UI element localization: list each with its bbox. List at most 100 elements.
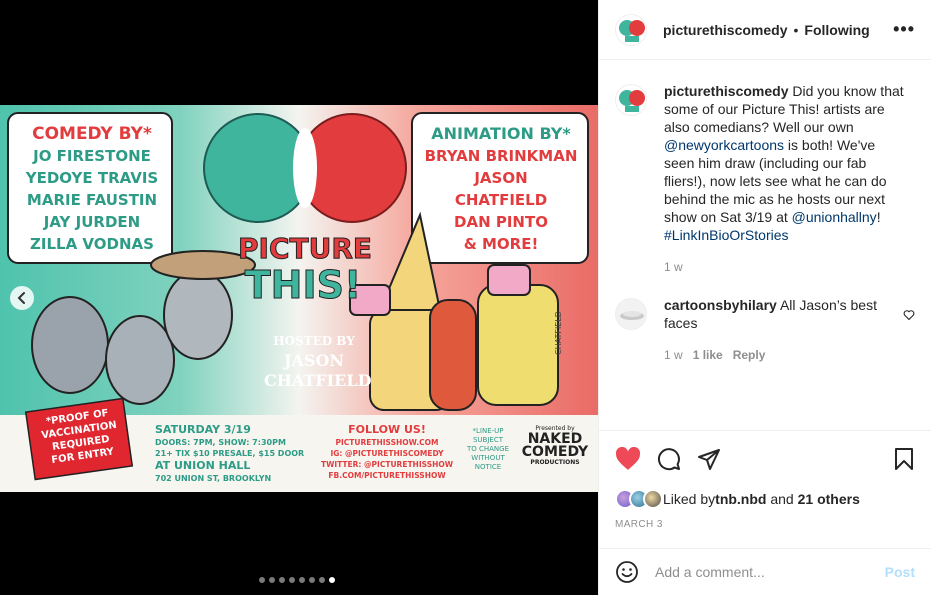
sponsor-line: PRODUCTIONS	[530, 459, 580, 466]
sponsor-line: COMEDY	[521, 444, 589, 460]
instagram-handle: IG: @PICTURETHISCOMEDY	[330, 449, 444, 458]
event-doors: DOORS: 7PM, SHOW: 7:30PM	[155, 438, 286, 447]
animator-name: CHATFIELD	[454, 191, 548, 209]
share-icon	[698, 449, 720, 470]
event-details: SATURDAY 3/19 DOORS: 7PM, SHOW: 7:30PM 2…	[155, 423, 315, 484]
social-links: FOLLOW US! PICTURETHISSHOW.COM IG: @PICT…	[312, 423, 462, 481]
host-name: JASON	[283, 351, 345, 370]
avatar[interactable]	[615, 13, 647, 46]
comment-button[interactable]	[657, 447, 681, 471]
carousel-prev-button[interactable]	[10, 286, 34, 310]
liked-by-user[interactable]: tnb.nbd	[715, 491, 766, 507]
caption-row: picturethiscomedy Did you know that some…	[615, 82, 915, 276]
caption-text: !	[876, 209, 881, 225]
post-actions: Liked by tnb.nbd and 21 others MARCH 3	[599, 430, 931, 530]
post-sidebar: picturethiscomedy • Following ••• pictur…	[598, 0, 931, 595]
following-button[interactable]: Following	[804, 22, 869, 38]
comedian-name: ZILLA VODNAS	[30, 235, 154, 253]
hashtag-link[interactable]: #LinkInBioOrStories	[664, 227, 789, 243]
hosted-by-label: HOSTED BY	[273, 334, 355, 348]
carousel-dot	[299, 577, 305, 583]
note-line: WITHOUT	[471, 454, 505, 462]
profile-logo-icon	[619, 19, 645, 42]
avatar[interactable]	[615, 298, 647, 330]
follow-us: FOLLOW US!	[348, 423, 426, 436]
facebook-link: FB.COM/PICTURETHISSHOW	[328, 471, 446, 480]
carousel-dot	[269, 577, 275, 583]
header-separator: •	[793, 21, 799, 38]
more-options-button[interactable]: •••	[893, 19, 915, 40]
mention-link[interactable]: @newyorkcartoons	[664, 137, 784, 153]
post-media[interactable]: COMEDY BY* JO FIRESTONE YEDOYE TRAVIS MA…	[0, 0, 598, 595]
note-line: *LINE-UP	[472, 427, 504, 435]
emoji-button[interactable]	[615, 560, 639, 584]
animator-name: BRYAN BRINKMAN	[424, 147, 578, 165]
post-comment-button[interactable]: Post	[885, 564, 915, 580]
comment-username[interactable]: cartoonsbyhilary	[664, 297, 777, 313]
caption: picturethiscomedy Did you know that some…	[664, 82, 909, 276]
event-date: SATURDAY 3/19	[155, 423, 251, 436]
website: PICTURETHISSHOW.COM	[335, 438, 439, 447]
commenter-avatar-icon	[620, 311, 644, 320]
more-icon: •••	[893, 19, 915, 39]
avatar	[643, 489, 663, 509]
mention-link[interactable]: @unionhallny	[792, 209, 877, 225]
event-tickets: 21+ TIX $10 PRESALE, $15 DOOR	[155, 449, 305, 458]
heart-icon	[615, 447, 641, 470]
post-date[interactable]: MARCH 3	[615, 519, 915, 530]
save-button[interactable]	[893, 447, 915, 471]
poster-title-line1: PICTURE	[238, 232, 373, 266]
note-line: SUBJECT	[472, 436, 504, 444]
comments-section[interactable]: picturethiscomedy Did you know that some…	[599, 60, 931, 430]
comment: cartoonsbyhilary All Jason’s best faces …	[664, 296, 909, 364]
carousel-dot	[279, 577, 285, 583]
carousel-dot	[259, 577, 265, 583]
animation-heading: ANIMATION BY*	[431, 124, 571, 143]
animation-lineup: ANIMATION BY* BRYAN BRINKMAN JASON CHATF…	[418, 123, 584, 255]
carousel-dot	[319, 577, 325, 583]
comment-row: cartoonsbyhilary All Jason’s best faces …	[615, 296, 915, 364]
carousel-indicator	[259, 577, 335, 583]
post-header: picturethiscomedy • Following •••	[599, 0, 931, 60]
comment-icon	[658, 448, 680, 471]
likes-summary: Liked by tnb.nbd and 21 others	[615, 489, 915, 509]
heart-outline-icon	[903, 310, 915, 321]
comedy-heading: COMEDY BY*	[32, 124, 152, 144]
caption-username[interactable]: picturethiscomedy	[664, 83, 788, 99]
twitter-handle: TWITTER: @PICTURETHISSHOW	[320, 460, 454, 469]
comedy-lineup: COMEDY BY* JO FIRESTONE YEDOYE TRAVIS MA…	[14, 123, 170, 255]
avatar[interactable]	[615, 84, 647, 116]
animator-name: & MORE!	[463, 235, 539, 253]
poster-title: PICTURE THIS!	[238, 231, 373, 305]
author-username[interactable]: picturethiscomedy	[663, 22, 787, 38]
poster-image[interactable]: COMEDY BY* JO FIRESTONE YEDOYE TRAVIS MA…	[0, 105, 598, 492]
caption-meta: 1 w	[664, 258, 909, 276]
carousel-dot	[309, 577, 315, 583]
host-credit: HOSTED BY JASON CHATFIELD	[264, 331, 372, 391]
comedian-name: MARIE FAUSTIN	[26, 191, 158, 209]
host-name: CHATFIELD	[264, 371, 372, 390]
liked-by-others[interactable]: 21 others	[798, 491, 860, 507]
liker-avatars[interactable]	[615, 489, 663, 509]
lineup-note: *LINE-UP SUBJECT TO CHANGE WITHOUT NOTIC…	[462, 427, 514, 472]
like-comment-button[interactable]	[903, 308, 915, 326]
caption-timestamp[interactable]: 1 w	[664, 258, 683, 276]
comedian-name: YEDOYE TRAVIS	[25, 169, 159, 187]
comment-likes[interactable]: 1 like	[693, 346, 723, 364]
comment-input[interactable]	[655, 564, 885, 580]
bookmark-icon	[895, 448, 913, 470]
like-button[interactable]	[615, 447, 641, 471]
emoji-icon	[616, 561, 638, 583]
comment-timestamp[interactable]: 1 w	[664, 346, 683, 364]
sponsor-logo: Presented by NAKED COMEDY PRODUCTIONS	[518, 425, 592, 467]
carousel-dot	[289, 577, 295, 583]
liked-by-mid: and	[766, 491, 798, 507]
share-button[interactable]	[697, 447, 721, 471]
carousel-dot-active	[329, 577, 335, 583]
animator-name: DAN PINTO	[454, 213, 548, 231]
liked-by-prefix: Liked by	[663, 491, 716, 507]
reply-button[interactable]: Reply	[733, 346, 766, 364]
add-comment-bar: Post	[599, 548, 931, 595]
animator-name: JASON	[474, 169, 528, 187]
comment-meta: 1 w 1 like Reply	[664, 346, 909, 364]
